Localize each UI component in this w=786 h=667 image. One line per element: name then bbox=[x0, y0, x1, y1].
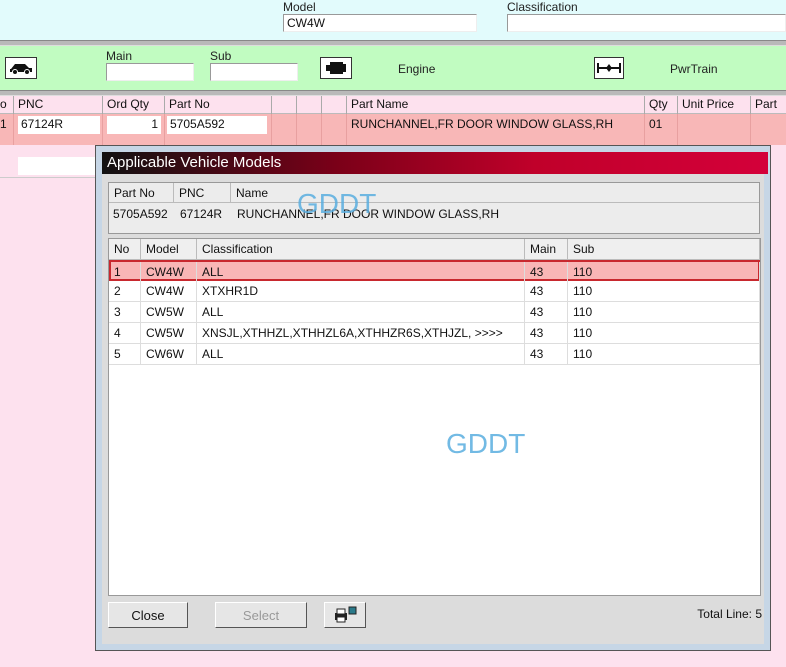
cell-main: 43 bbox=[525, 302, 568, 322]
blank-cell bbox=[322, 114, 347, 145]
blank-cell bbox=[297, 114, 322, 145]
blank-cell bbox=[272, 114, 297, 145]
models-grid: No Model Classification Main Sub 1 CW4W AL… bbox=[108, 238, 761, 596]
cell-sub: 110 bbox=[568, 281, 760, 301]
info-part-no: 5705A592 bbox=[113, 207, 168, 221]
cell-main: 43 bbox=[525, 323, 568, 343]
main-input[interactable] bbox=[106, 63, 194, 81]
part-cell bbox=[751, 114, 786, 145]
cell-classification: XNSJL,XTHHZL,XTHHZL6A,XTHHZR6S,XTHJZL, >… bbox=[197, 323, 525, 343]
cell-model: CW6W bbox=[141, 344, 197, 364]
print-button[interactable] bbox=[324, 602, 366, 628]
grid-col-classification[interactable]: Classification bbox=[197, 239, 525, 260]
group-toolbar: Main Sub Engine PwrTrain bbox=[0, 46, 786, 93]
col-blank[interactable] bbox=[272, 96, 297, 114]
info-col-pnc: PNC bbox=[174, 183, 231, 203]
cell-sub: 110 bbox=[568, 262, 760, 282]
cell-no: 4 bbox=[109, 323, 141, 343]
grid-col-no[interactable]: No bbox=[109, 239, 141, 260]
model-label: Model bbox=[283, 0, 316, 14]
cell-no: 3 bbox=[109, 302, 141, 322]
cell-sub: 110 bbox=[568, 323, 760, 343]
cell-classification: ALL bbox=[197, 344, 525, 364]
cell-sub: 110 bbox=[568, 302, 760, 322]
ord-qty-cell: 1 bbox=[103, 114, 165, 145]
printer-icon bbox=[335, 606, 357, 623]
col-ord-qty[interactable]: Ord Qty bbox=[103, 96, 165, 114]
grid-row[interactable]: 3 CW5W ALL 43 110 bbox=[109, 302, 760, 323]
pnc-input[interactable]: 67124R bbox=[18, 116, 100, 134]
part-info-panel: Part No PNC Name 5705A592 67124R RUNCHAN… bbox=[108, 182, 760, 234]
cell-model: CW4W bbox=[141, 262, 197, 282]
sub-input[interactable] bbox=[210, 63, 298, 81]
car-icon[interactable] bbox=[5, 57, 37, 79]
engine-icon[interactable] bbox=[320, 57, 352, 79]
grid-col-sub[interactable]: Sub bbox=[568, 239, 760, 260]
cell-main: 43 bbox=[525, 281, 568, 301]
pnc-cell: 67124R bbox=[14, 114, 103, 145]
empty-row bbox=[0, 150, 100, 178]
info-col-part-no: Part No bbox=[109, 183, 174, 203]
qty-cell: 01 bbox=[645, 114, 678, 145]
cell-model: CW5W bbox=[141, 323, 197, 343]
table-row[interactable]: 1 67124R 1 5705A592 RUNCHANNEL,FR DOOR W… bbox=[0, 114, 786, 145]
axle-icon[interactable] bbox=[594, 57, 624, 79]
row-no: 1 bbox=[0, 114, 14, 145]
pnc-input[interactable] bbox=[18, 157, 100, 175]
watermark: GDDT bbox=[446, 428, 526, 459]
select-button[interactable]: Select bbox=[215, 602, 307, 628]
col-pnc[interactable]: PNC bbox=[14, 96, 103, 114]
cell-no: 2 bbox=[109, 281, 141, 301]
search-header: Model CW4W Classification bbox=[0, 0, 786, 40]
grid-col-model[interactable]: Model bbox=[141, 239, 197, 260]
cell-classification: XTXHR1D bbox=[197, 281, 525, 301]
cell-no: 1 bbox=[109, 262, 141, 282]
ord-qty-input[interactable]: 1 bbox=[107, 116, 161, 134]
unit-price-cell bbox=[678, 114, 751, 145]
col-unit-price[interactable]: Unit Price bbox=[678, 96, 751, 114]
cell-classification: ALL bbox=[197, 262, 525, 282]
col-blank[interactable] bbox=[297, 96, 322, 114]
engine-label[interactable]: Engine bbox=[398, 62, 435, 76]
part-info-header: Part No PNC Name bbox=[109, 183, 759, 203]
powertrain-label[interactable]: PwrTrain bbox=[670, 62, 718, 76]
col-part-name[interactable]: Part Name bbox=[347, 96, 645, 114]
cell-model: CW4W bbox=[141, 281, 197, 301]
cell-no: 5 bbox=[109, 344, 141, 364]
grid-row[interactable]: 5 CW6W ALL 43 110 bbox=[109, 344, 760, 365]
total-line: Total Line: 5 bbox=[697, 607, 762, 621]
dialog-title[interactable]: Applicable Vehicle Models bbox=[102, 152, 768, 174]
part-no-input[interactable]: 5705A592 bbox=[167, 116, 267, 134]
col-part[interactable]: Part bbox=[751, 96, 786, 114]
close-button[interactable]: Close bbox=[108, 602, 188, 628]
part-name-cell: RUNCHANNEL,FR DOOR WINDOW GLASS,RH bbox=[347, 114, 645, 145]
cell-model: CW5W bbox=[141, 302, 197, 322]
cell-classification: ALL bbox=[197, 302, 525, 322]
parts-table-header: o PNC Ord Qty Part No Part Name Qty Unit… bbox=[0, 96, 786, 114]
watermark: GDDT bbox=[297, 188, 377, 219]
sub-label: Sub bbox=[210, 49, 232, 63]
part-no-cell: 5705A592 bbox=[165, 114, 272, 145]
col-part-no[interactable]: Part No bbox=[165, 96, 272, 114]
cell-sub: 110 bbox=[568, 344, 760, 364]
grid-row[interactable]: 2 CW4W XTXHR1D 43 110 bbox=[109, 281, 760, 302]
col-blank[interactable] bbox=[322, 96, 347, 114]
col-no[interactable]: o bbox=[0, 96, 14, 114]
classification-input[interactable] bbox=[507, 14, 786, 32]
col-qty[interactable]: Qty bbox=[645, 96, 678, 114]
cell-main: 43 bbox=[525, 262, 568, 282]
info-pnc: 67124R bbox=[180, 207, 223, 221]
grid-row[interactable]: 1 CW4W ALL 43 110 bbox=[109, 260, 760, 282]
model-input[interactable]: CW4W bbox=[283, 14, 477, 32]
cell-main: 43 bbox=[525, 344, 568, 364]
main-label: Main bbox=[106, 49, 133, 63]
grid-col-main[interactable]: Main bbox=[525, 239, 568, 260]
grid-row[interactable]: 4 CW5W XNSJL,XTHHZL,XTHHZL6A,XTHHZR6S,XTHJ… bbox=[109, 323, 760, 344]
classification-label: Classification bbox=[507, 0, 578, 14]
